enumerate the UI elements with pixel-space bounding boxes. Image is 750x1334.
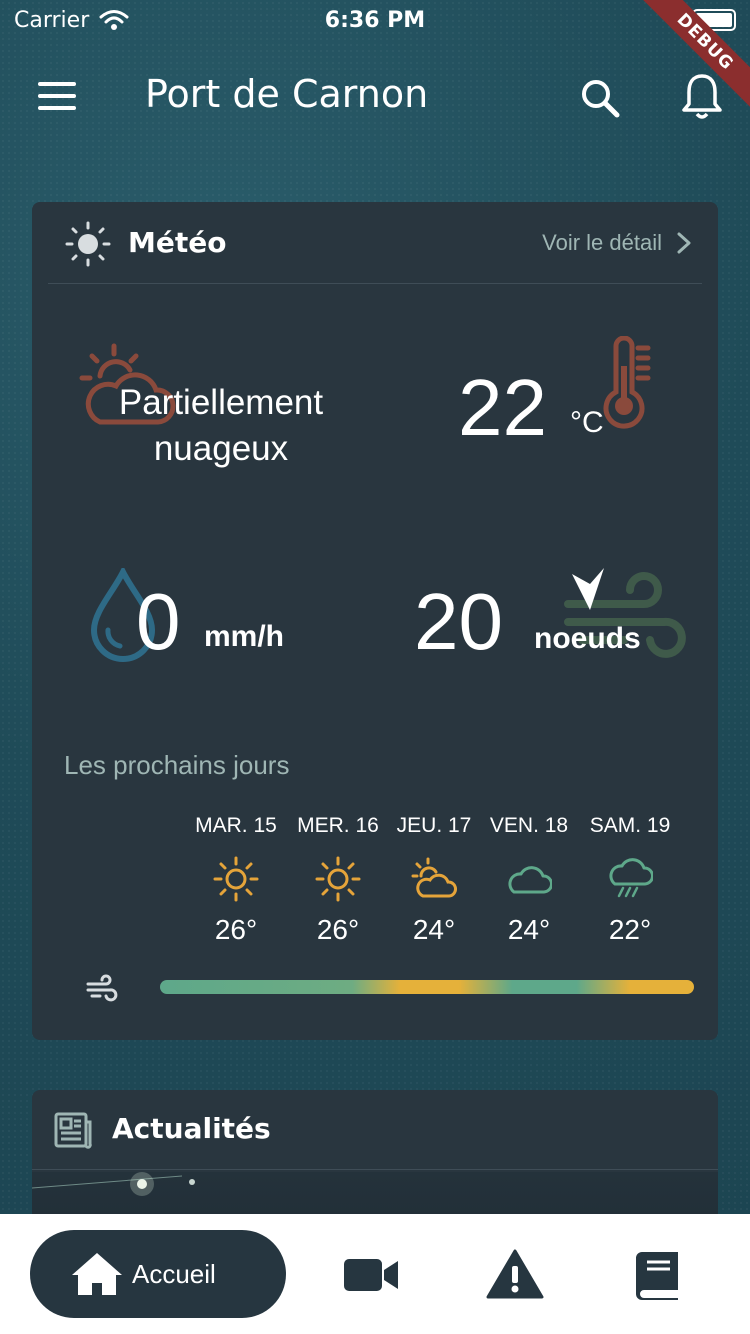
forecast-day-1: MER. 16 26° <box>283 814 393 946</box>
forecast-day-label: MAR. 15 <box>195 814 277 837</box>
chevron-right-icon[interactable] <box>672 230 696 256</box>
forecast-day-label: SAM. 19 <box>589 814 671 837</box>
partly-cloudy-icon <box>411 857 457 898</box>
forecast-temp: 26° <box>316 914 360 945</box>
weather-card-header: Météo Voir le détail <box>48 202 702 284</box>
sun-icon <box>213 856 259 902</box>
forecast-temp: 22° <box>608 914 652 945</box>
weather-condition: Partiellement nuageux <box>118 383 324 468</box>
wind-unit: noeuds <box>534 622 641 655</box>
news-card-header: Actualités <box>32 1090 718 1170</box>
forecast-temp: 26° <box>214 914 258 945</box>
forecast-temp: 24° <box>507 914 551 945</box>
forecast-day-0: MAR. 15 26° <box>181 814 291 946</box>
menu-icon[interactable] <box>38 82 76 112</box>
book-icon[interactable] <box>634 1250 680 1302</box>
app-header: Port de Carnon <box>0 60 750 140</box>
forecast-day-label: MER. 16 <box>297 814 379 837</box>
forecast-day-label: JEU. 17 <box>396 814 472 837</box>
wind-value: 20 <box>414 577 503 666</box>
forecast-day-label: VEN. 18 <box>489 814 569 837</box>
nav-home[interactable]: Accueil <box>30 1230 286 1318</box>
temperature-unit: °C <box>570 406 604 439</box>
temperature-value: 22 <box>458 363 547 452</box>
forecast-day-2: JEU. 17 24° <box>379 814 489 946</box>
warning-icon[interactable] <box>486 1248 544 1300</box>
wind-direction-icon <box>572 568 604 610</box>
sun-icon <box>315 856 361 902</box>
page-title: Port de Carnon <box>145 72 429 116</box>
carrier-label: Carrier <box>14 7 90 33</box>
weather-title: Météo <box>128 226 227 259</box>
forecast-temp: 24° <box>412 914 456 945</box>
search-icon[interactable] <box>578 76 622 120</box>
wifi-icon <box>99 10 129 30</box>
status-left: Carrier <box>14 8 129 33</box>
rain-unit: mm/h <box>204 620 285 653</box>
newspaper-icon <box>54 1112 92 1149</box>
forecast-day-3: VEN. 18 24° <box>474 814 584 946</box>
status-bar: Carrier 6:36 PM <box>0 0 750 40</box>
detail-link[interactable]: Voir le détail <box>542 230 662 256</box>
wind-forecast-bar <box>160 980 694 994</box>
video-camera-icon[interactable] <box>342 1256 400 1294</box>
news-title: Actualités <box>112 1112 271 1145</box>
bell-icon[interactable] <box>680 72 724 122</box>
home-icon <box>72 1253 122 1295</box>
wind-icon <box>86 974 118 1002</box>
forecast-day-4: SAM. 19 22° <box>575 814 685 946</box>
sun-icon <box>65 221 111 267</box>
bottom-nav: Accueil <box>0 1214 750 1334</box>
rain-value: 0 <box>136 577 181 666</box>
next-days-title: Les prochains jours <box>64 750 290 780</box>
rain-cloud-icon <box>609 858 653 898</box>
nav-home-label: Accueil <box>132 1258 216 1289</box>
thermometer-icon <box>603 336 651 429</box>
cloud-icon <box>508 866 552 894</box>
weather-card: Météo Voir le détail Partiellement nuage… <box>32 202 718 1040</box>
